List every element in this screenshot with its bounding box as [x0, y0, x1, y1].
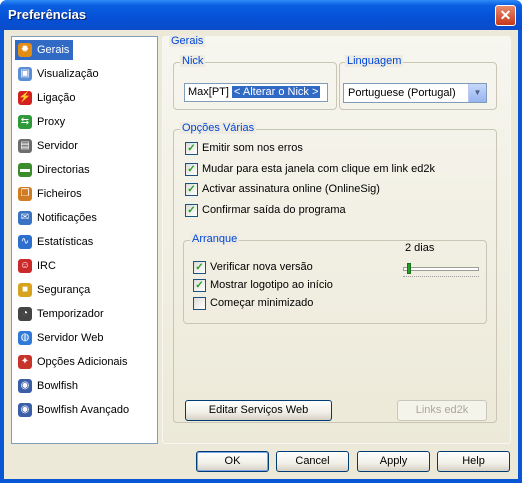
sidebar-item-label: Notificações	[37, 212, 97, 224]
sidebar-item[interactable]: ⇆ Proxy	[15, 112, 69, 132]
files-icon: ❐	[18, 187, 32, 201]
globe-icon: ◍	[18, 331, 32, 345]
ed2k-links-button[interactable]: Links ed2k	[397, 400, 487, 421]
check-icon: ✓	[185, 183, 198, 196]
option-checkbox[interactable]: ✓ Activar assinatura online (OnlineSig)	[185, 181, 380, 197]
general-settings-panel: Gerais Nick Max[PT] < Alterar o Nick > L…	[162, 35, 511, 444]
slider-thumb[interactable]	[407, 263, 411, 274]
language-value: Portuguese (Portugal)	[348, 87, 456, 99]
sidebar-item-label: Ligação	[37, 92, 76, 104]
option-label: Emitir som nos erros	[202, 142, 303, 154]
panel-title: Gerais	[169, 35, 206, 47]
startup-label: Começar minimizado	[210, 297, 314, 309]
slider-ticks	[403, 276, 479, 279]
sidebar-item[interactable]: ▣ Visualização	[15, 64, 103, 84]
startup-label: Verificar nova versão	[210, 261, 313, 273]
help-button[interactable]: Help	[437, 451, 510, 472]
sidebar-item-label: Servidor Web	[37, 332, 104, 344]
sidebar-item[interactable]: ❐ Ficheiros	[15, 184, 86, 204]
lock-icon: ■	[18, 283, 32, 297]
server-icon: ▤	[18, 139, 32, 153]
sidebar-item-label: IRC	[37, 260, 56, 272]
sidebar-item-label: Opções Adicionais	[37, 356, 128, 368]
folder-icon: ▬	[18, 163, 32, 177]
sidebar-item-label: Gerais	[37, 44, 70, 56]
sidebar-item[interactable]: ∿ Estatísticas	[15, 232, 97, 252]
sidebar-item-label: Bowlfish	[37, 380, 78, 392]
edit-web-services-button[interactable]: Editar Serviços Web	[185, 400, 332, 421]
sidebar-item[interactable]: ⚡ Ligação	[15, 88, 80, 108]
dialog-client-area: ✹ Gerais ▣ Visualização ⚡ Ligação ⇆ Proxy ▤ Servi…	[4, 30, 518, 479]
clock-icon: ◔	[18, 307, 32, 321]
sidebar-item-label: Directorias	[37, 164, 90, 176]
sidebar-item-label: Estatísticas	[37, 236, 94, 248]
title-bar[interactable]: Preferências ✕	[0, 0, 522, 30]
startup-checkbox[interactable]: ✓ Mostrar logotipo ao início	[193, 277, 333, 293]
preferences-window: Preferências ✕ ✹ Gerais ▣ Visualização ⚡ Liga…	[0, 0, 522, 483]
option-checkbox[interactable]: ✓ Mudar para esta janela com clique em l…	[185, 161, 435, 177]
sidebar-item[interactable]: ◍ Servidor Web	[15, 328, 107, 348]
option-label: Confirmar saída do programa	[202, 204, 346, 216]
checkbox-empty	[193, 297, 206, 310]
ok-button[interactable]: OK	[196, 451, 269, 472]
window-title: Preferências	[8, 7, 87, 22]
misc-options-legend: Opções Várias	[180, 122, 257, 134]
apply-button[interactable]: Apply	[357, 451, 430, 472]
check-icon: ✓	[185, 163, 198, 176]
sidebar-item-label: Temporizador	[37, 308, 104, 320]
preferences-category-list: ✹ Gerais ▣ Visualização ⚡ Ligação ⇆ Proxy ▤ Servi…	[11, 36, 158, 444]
sidebar-item[interactable]: ▬ Directorias	[15, 160, 94, 180]
update-interval-slider[interactable]	[403, 267, 479, 271]
option-label: Activar assinatura online (OnlineSig)	[202, 183, 380, 195]
startup-legend: Arranque	[190, 233, 240, 245]
cancel-button[interactable]: Cancel	[276, 451, 349, 472]
nick-legend: Nick	[180, 55, 206, 67]
option-checkbox[interactable]: ✓ Emitir som nos erros	[185, 140, 303, 156]
sidebar-item[interactable]: ☺ IRC	[15, 256, 60, 276]
bowlfish-icon: ◉	[18, 379, 32, 393]
sidebar-item[interactable]: ✹ Gerais	[15, 40, 74, 60]
startup-label: Mostrar logotipo ao início	[210, 279, 333, 291]
option-label: Mudar para esta janela com clique em lin…	[202, 163, 435, 175]
statistics-icon: ∿	[18, 235, 32, 249]
sidebar-item[interactable]: ◉ Bowlfish	[15, 376, 82, 396]
sidebar-item[interactable]: ◔ Temporizador	[15, 304, 108, 324]
check-icon: ✓	[193, 279, 206, 292]
sidebar-item[interactable]: ▤ Servidor	[15, 136, 82, 156]
sidebar-item-label: Proxy	[37, 116, 66, 128]
extra-options-icon: ✦	[18, 355, 32, 369]
irc-icon: ☺	[18, 259, 32, 273]
startup-checkbox[interactable]: Começar minimizado	[193, 295, 313, 311]
nick-value: Max[PT]	[188, 86, 229, 98]
sidebar-item-label: Segurança	[37, 284, 91, 296]
change-nick-selection: < Alterar o Nick >	[232, 86, 321, 98]
startup-checkbox[interactable]: ✓ Verificar nova versão	[193, 259, 313, 275]
sidebar-item[interactable]: ■ Segurança	[15, 280, 94, 300]
sidebar-item[interactable]: ✦ Opções Adicionais	[15, 352, 132, 372]
sidebar-item[interactable]: ◉ Bowlfish Avançado	[15, 400, 133, 420]
notification-icon: ✉	[18, 211, 32, 225]
check-icon: ✓	[185, 142, 198, 155]
nick-input[interactable]: Max[PT] < Alterar o Nick >	[184, 83, 328, 102]
sidebar-item[interactable]: ✉ Notificações	[15, 208, 101, 228]
sidebar-item-label: Ficheiros	[37, 188, 82, 200]
sidebar-item-label: Bowlfish Avançado	[37, 404, 130, 416]
gear-icon: ✹	[18, 43, 32, 57]
bowlfish-advanced-icon: ◉	[18, 403, 32, 417]
sidebar-item-label: Visualização	[37, 68, 99, 80]
check-icon: ✓	[193, 261, 206, 274]
sidebar-item-label: Servidor	[37, 140, 78, 152]
chevron-down-icon[interactable]: ▼	[468, 84, 486, 102]
language-legend: Linguagem	[345, 55, 404, 67]
option-checkbox[interactable]: ✓ Confirmar saída do programa	[185, 202, 346, 218]
close-button[interactable]: ✕	[495, 5, 516, 26]
plug-icon: ⚡	[18, 91, 32, 105]
display-icon: ▣	[18, 67, 32, 81]
check-icon: ✓	[185, 204, 198, 217]
language-select[interactable]: Portuguese (Portugal) ▼	[343, 83, 487, 103]
proxy-icon: ⇆	[18, 115, 32, 129]
update-interval-label: 2 dias	[405, 242, 435, 254]
